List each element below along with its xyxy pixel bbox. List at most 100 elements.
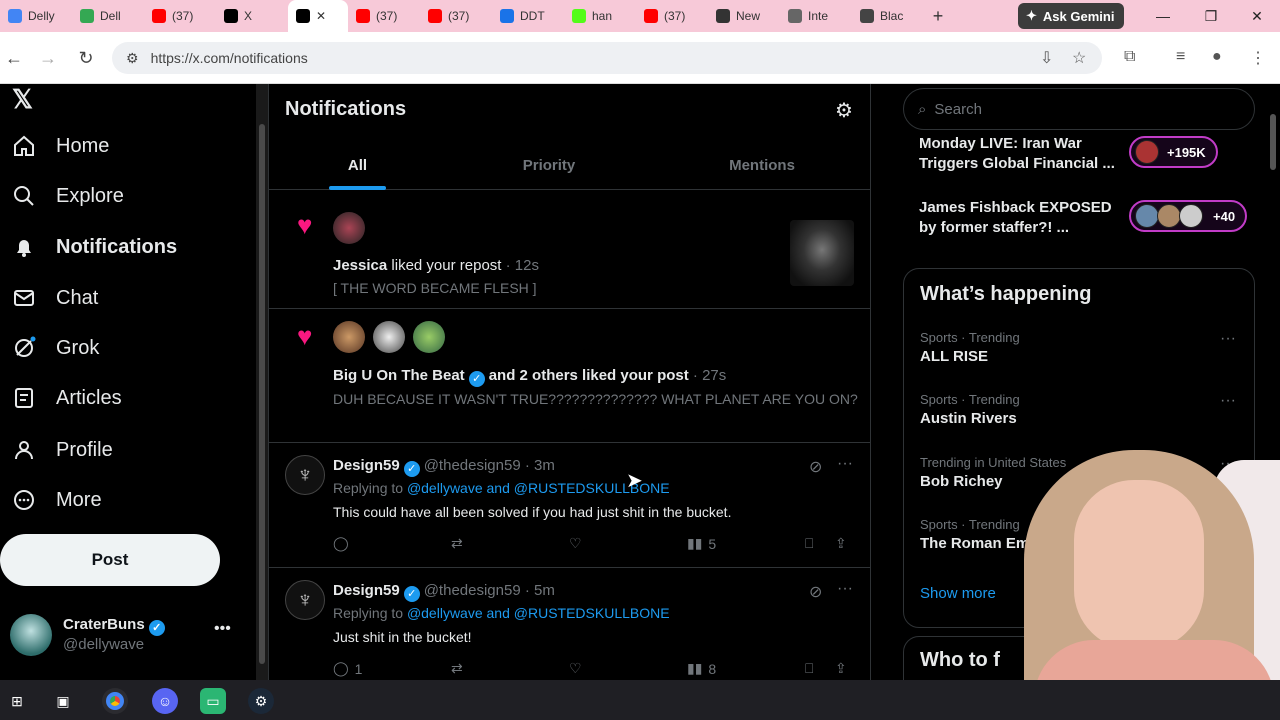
account-switcher[interactable]: CraterBuns ✓ @dellywave ••• xyxy=(10,614,250,656)
nav-more[interactable]: More xyxy=(12,480,102,520)
url-field[interactable]: ⚙ https://x.com/notifications xyxy=(112,42,1102,74)
reply-button[interactable]: ◯ 1 xyxy=(333,660,362,677)
browser-tab[interactable]: New xyxy=(708,0,780,32)
live-event-title[interactable]: James Fishback EXPOSED by former staffer… xyxy=(919,198,1119,238)
discord-icon[interactable]: ☺ xyxy=(152,688,178,714)
browser-tab-active[interactable]: ✕ xyxy=(288,0,348,32)
x-logo-icon[interactable]: 𝕏 xyxy=(12,84,33,115)
more-dots-icon[interactable]: ··· xyxy=(1220,392,1236,410)
avatar[interactable]: ♆ xyxy=(285,455,325,495)
more-dots-icon[interactable]: ••• xyxy=(214,620,231,638)
browser-tab[interactable]: X xyxy=(216,0,288,32)
reload-icon[interactable]: ↻ xyxy=(74,46,98,70)
nav-articles[interactable]: Articles xyxy=(12,378,122,418)
trend-item[interactable]: Sports · Trending ALL RISE ··· xyxy=(920,330,1240,365)
media-controls-icon[interactable]: ≡ xyxy=(1176,48,1185,66)
nav-chat[interactable]: Chat xyxy=(12,278,98,318)
grok-post-icon[interactable]: ⊘ xyxy=(809,457,822,477)
views-button[interactable]: ▮▮ 8 xyxy=(687,660,716,677)
install-app-icon[interactable]: ⇩ xyxy=(1040,48,1053,68)
live-listeners-pill[interactable]: +195K xyxy=(1129,136,1218,168)
post-author-name[interactable]: Design59 xyxy=(333,457,400,474)
browser-tab[interactable]: han xyxy=(564,0,636,32)
more-dots-icon[interactable]: ··· xyxy=(837,580,853,598)
avatar[interactable] xyxy=(333,212,365,244)
notification-item[interactable]: ♥ Big U On The Beat ✓ and 2 others liked y… xyxy=(269,309,870,443)
browser-tab[interactable]: (37) xyxy=(144,0,216,32)
post-author-handle[interactable]: @thedesign59 xyxy=(424,582,521,599)
nav-profile[interactable]: Profile xyxy=(12,430,113,470)
notification-item[interactable]: ♥ Jessica liked your repost · 12s [ THE … xyxy=(269,200,870,309)
bookmark-button[interactable]: ⎕ xyxy=(805,660,813,677)
post-thumbnail[interactable] xyxy=(790,220,854,286)
ask-gemini-button[interactable]: ✦ Ask Gemini xyxy=(1018,3,1124,29)
notification-user[interactable]: Jessica xyxy=(333,257,387,274)
browser-tab[interactable]: Dell xyxy=(72,0,144,32)
grok-post-icon[interactable]: ⊘ xyxy=(809,582,822,602)
views-button[interactable]: ▮▮ 5 xyxy=(687,535,716,552)
site-info-icon[interactable]: ⚙ xyxy=(126,50,139,67)
tab-close-icon[interactable]: ✕ xyxy=(316,9,326,23)
post-author-name[interactable]: Design59 xyxy=(333,582,400,599)
browser-tab[interactable]: Inte xyxy=(780,0,852,32)
profile-avatar-icon[interactable]: ● xyxy=(1212,48,1222,66)
browser-tab[interactable]: (37) xyxy=(420,0,492,32)
avatar[interactable] xyxy=(373,321,405,353)
chat-app-icon[interactable]: ▭ xyxy=(200,688,226,714)
task-view-icon[interactable]: ▣ xyxy=(50,688,76,714)
live-listeners-pill[interactable]: +40 xyxy=(1129,200,1248,232)
post-button[interactable]: Post xyxy=(0,534,220,586)
chrome-icon[interactable] xyxy=(102,688,128,714)
share-button[interactable]: ⇪ xyxy=(835,535,847,552)
tab-all[interactable]: All xyxy=(269,140,446,190)
forward-icon[interactable]: → xyxy=(36,46,60,70)
tab-mentions[interactable]: Mentions xyxy=(652,140,870,190)
bookmark-star-icon[interactable]: ☆ xyxy=(1072,48,1086,68)
avatar[interactable]: ♆ xyxy=(285,580,325,620)
steam-icon[interactable]: ⚙ xyxy=(248,688,274,714)
live-event-title[interactable]: Monday LIVE: Iran War Triggers Global Fi… xyxy=(919,134,1119,174)
new-tab-button[interactable]: + xyxy=(924,6,952,27)
browser-tab[interactable]: DDT xyxy=(492,0,564,32)
like-button[interactable]: ♡ xyxy=(569,660,582,677)
minimize-button[interactable]: — xyxy=(1140,0,1186,32)
gear-icon[interactable]: ⚙ xyxy=(835,98,853,123)
more-dots-icon[interactable]: ··· xyxy=(837,455,853,473)
bookmark-button[interactable]: ⎕ xyxy=(805,535,813,552)
avatar[interactable] xyxy=(413,321,445,353)
show-more-link[interactable]: Show more xyxy=(920,585,996,602)
browser-tab[interactable]: Delly xyxy=(0,0,72,32)
windows-start-icon[interactable]: ⊞ xyxy=(4,688,30,714)
more-dots-icon[interactable]: ··· xyxy=(1220,330,1236,348)
extensions-icon[interactable]: ⧉ xyxy=(1124,48,1135,66)
share-button[interactable]: ⇪ xyxy=(835,660,847,677)
avatar[interactable] xyxy=(333,321,365,353)
nav-explore[interactable]: Explore xyxy=(12,176,124,216)
nav-notifications[interactable]: Notifications xyxy=(12,227,177,267)
nav-home[interactable]: Home xyxy=(12,126,109,166)
replying-to-link[interactable]: @dellywave and @RUSTEDSKULLBONE xyxy=(407,605,670,621)
scrollbar-thumb[interactable] xyxy=(259,124,265,664)
repost-button[interactable]: ⇄ xyxy=(451,660,463,677)
repost-button[interactable]: ⇄ xyxy=(451,535,463,552)
close-window-button[interactable]: ✕ xyxy=(1234,0,1280,32)
post-actions: ◯ 1 ⇄ ♡ ▮▮ 8 ⎕ ⇪ xyxy=(333,660,853,680)
left-scrollbar[interactable] xyxy=(256,84,268,680)
scrollbar-thumb[interactable] xyxy=(1270,114,1276,170)
search-input[interactable]: ⌕ Search xyxy=(903,88,1255,130)
like-button[interactable]: ♡ xyxy=(569,535,582,552)
nav-grok[interactable]: Grok xyxy=(12,328,99,368)
trend-item[interactable]: Sports · Trending Austin Rivers ··· xyxy=(920,392,1240,427)
reply-post[interactable]: ♆ Design59 ✓ @thedesign59 · 3m Replying to… xyxy=(269,443,870,568)
reply-post[interactable]: ♆ Design59 ✓ @thedesign59 · 5m Replying to… xyxy=(269,568,870,680)
back-icon[interactable]: ← xyxy=(2,46,26,70)
browser-tab[interactable]: (37) xyxy=(636,0,708,32)
browser-menu-icon[interactable]: ⋮ xyxy=(1250,48,1266,68)
tab-priority[interactable]: Priority xyxy=(446,140,652,190)
browser-tab[interactable]: (37) xyxy=(348,0,420,32)
reply-button[interactable]: ◯ xyxy=(333,535,355,552)
post-author-handle[interactable]: @thedesign59 xyxy=(424,457,521,474)
browser-tab[interactable]: Blac xyxy=(852,0,924,32)
notification-user[interactable]: Big U On The Beat xyxy=(333,367,465,384)
restore-button[interactable]: ❐ xyxy=(1188,0,1234,32)
